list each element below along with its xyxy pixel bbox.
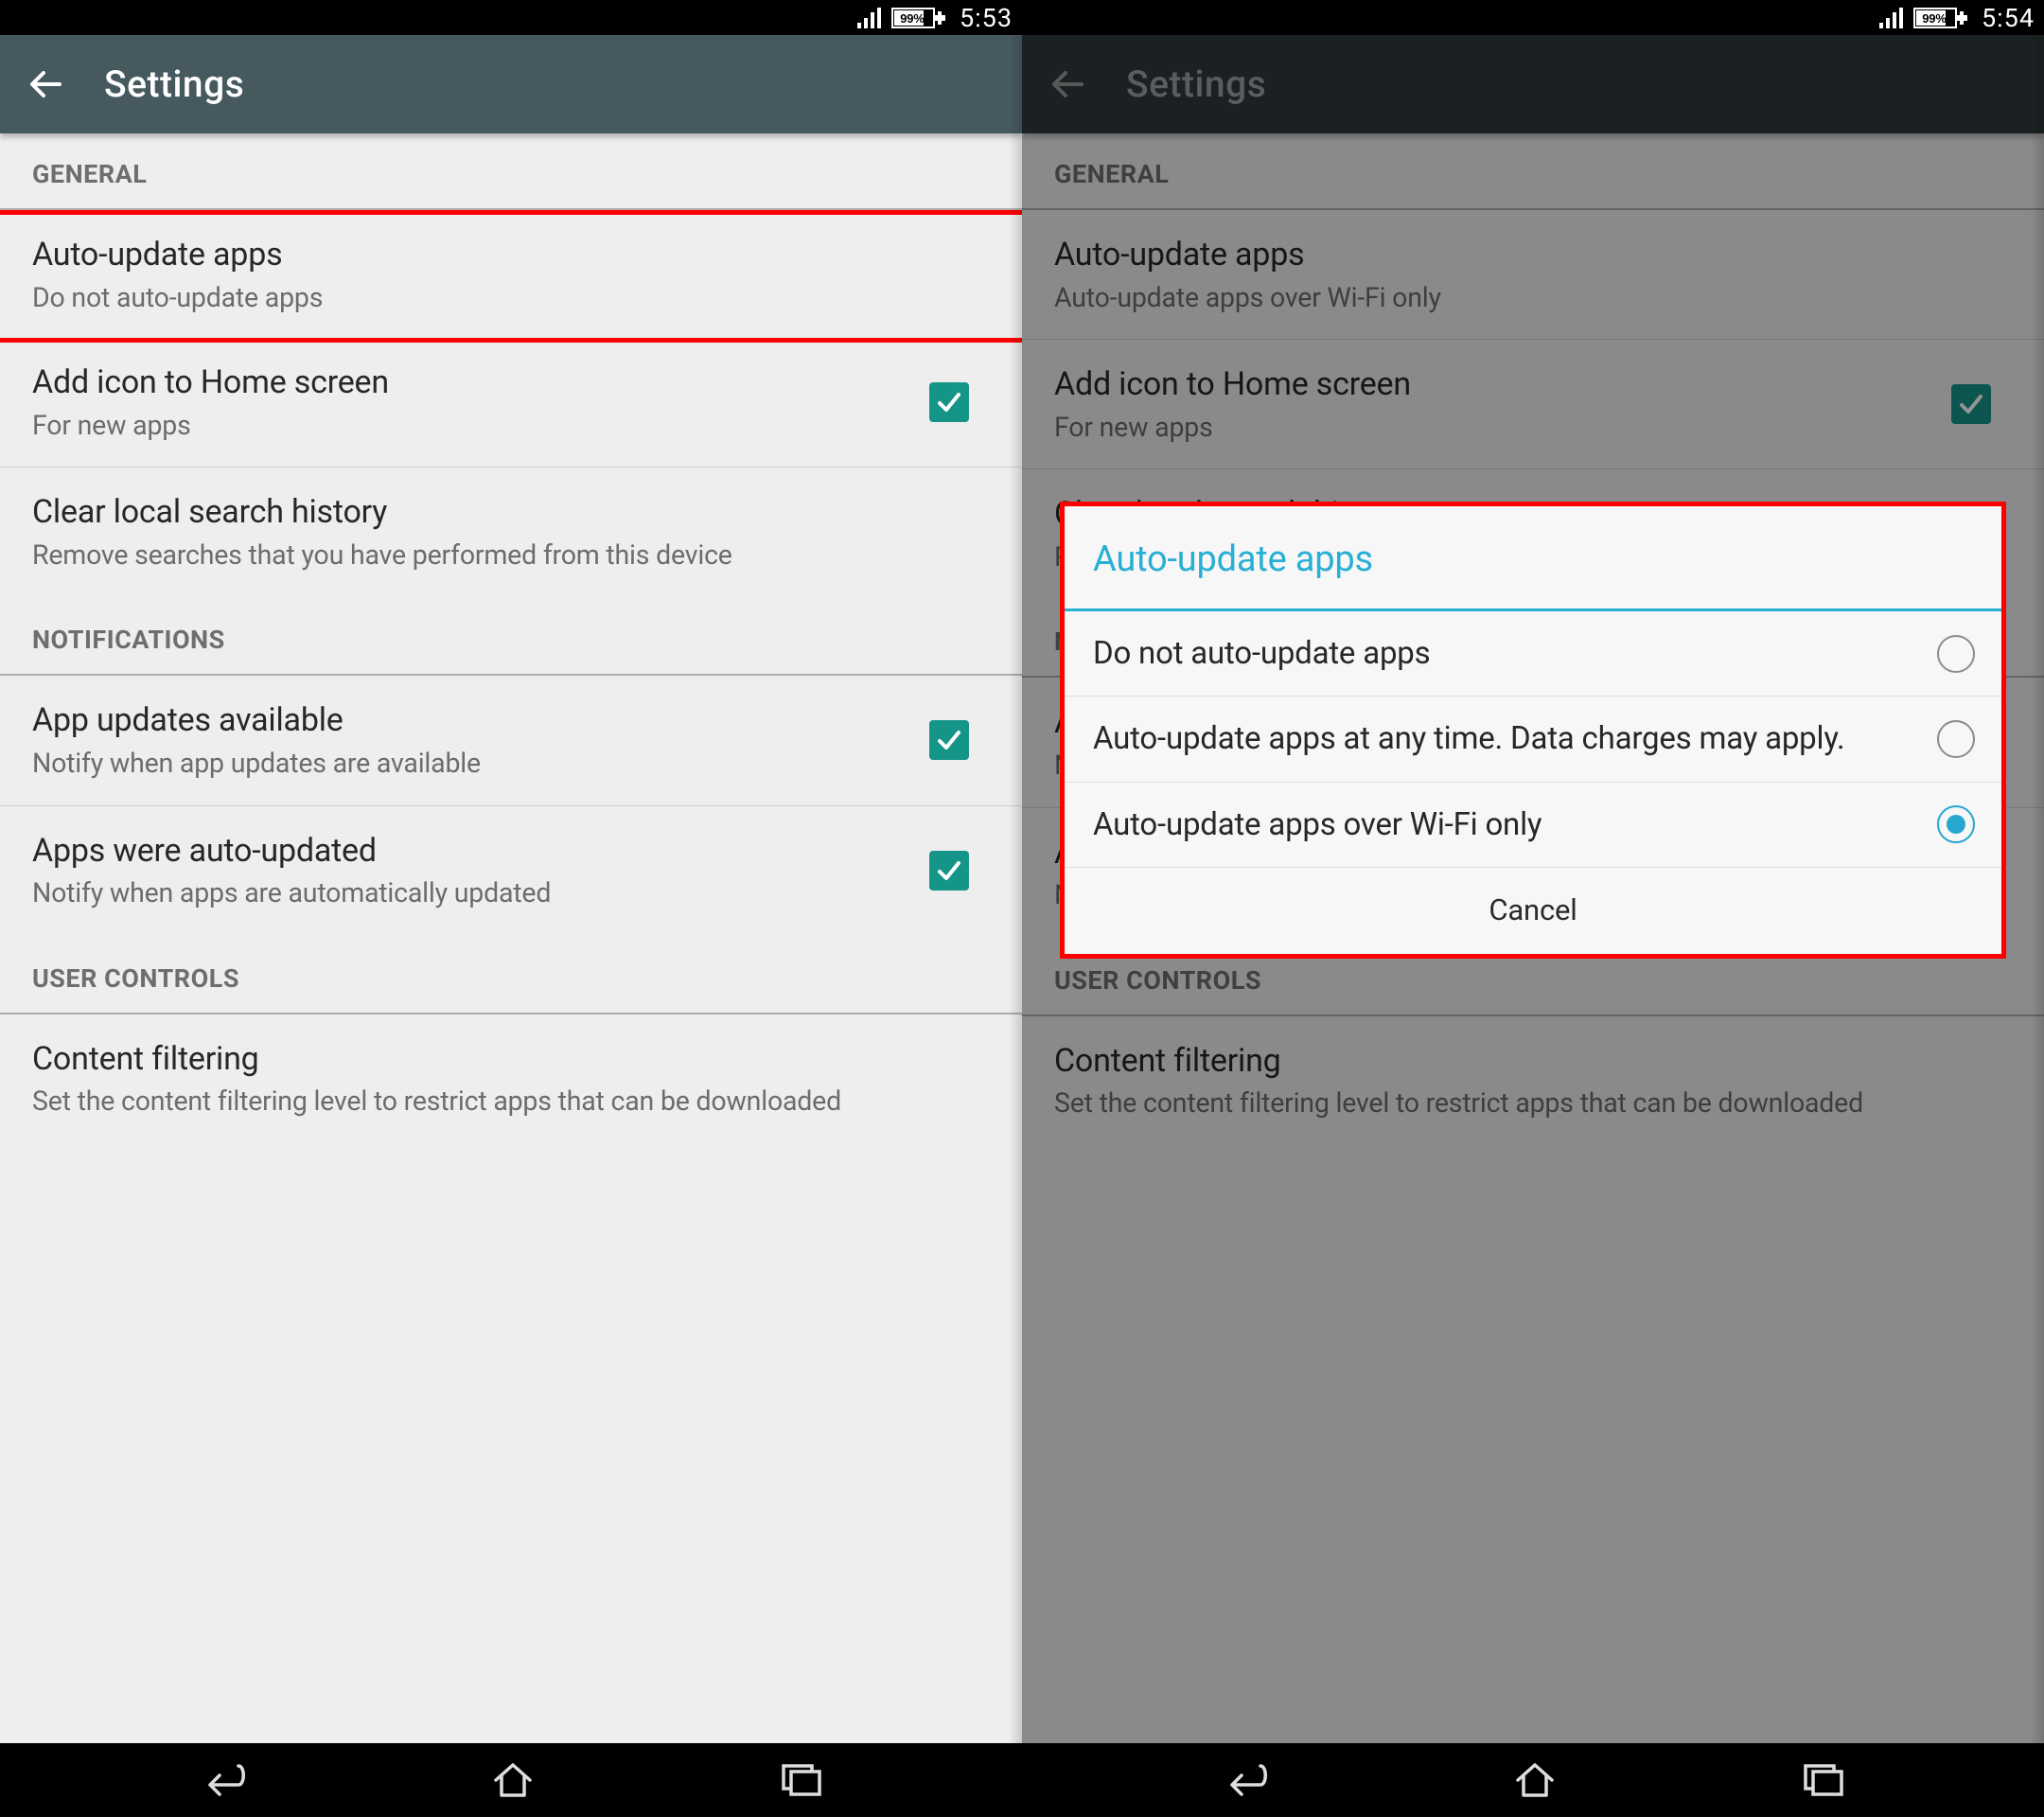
nav-home-icon[interactable] <box>1514 1761 1556 1799</box>
setting-auto-update-apps[interactable]: Auto-update apps Do not auto-update apps <box>0 210 1022 343</box>
nav-recent-icon[interactable] <box>780 1762 823 1798</box>
section-header-user-controls: USER CONTROLS <box>0 935 1022 1014</box>
setting-subtitle: Notify when app updates are available <box>32 747 910 781</box>
phone-right: 99% 5:54 Settings GENERAL Auto-update ap… <box>1022 0 2044 1817</box>
setting-title: Content filtering <box>32 1039 990 1080</box>
clock-text: 5:53 <box>960 3 1013 33</box>
navbar <box>1022 1743 2044 1817</box>
phone-left: 99% 5:53 Settings GENERAL Auto-update ap… <box>0 0 1022 1817</box>
dialog-option-wifi-only[interactable]: Auto-update apps over Wi-Fi only <box>1065 783 2001 868</box>
option-label: Do not auto-update apps <box>1093 634 1918 673</box>
option-label: Auto-update apps at any time. Data charg… <box>1093 719 1918 758</box>
setting-apps-auto-updated[interactable]: Apps were auto-updated Notify when apps … <box>0 806 1022 935</box>
dialog-cancel-button[interactable]: Cancel <box>1065 868 2001 954</box>
setting-subtitle: Remove searches that you have performed … <box>32 538 990 573</box>
dialog-auto-update-apps: Auto-update apps Do not auto-update apps… <box>1060 502 2006 959</box>
battery-icon: 99% <box>891 8 950 28</box>
setting-subtitle: Set the content filtering level to restr… <box>32 1085 990 1119</box>
statusbar: 99% 5:54 <box>1022 0 2044 35</box>
settings-content: GENERAL Auto-update apps Do not auto-upd… <box>0 133 1022 1743</box>
setting-title: App updates available <box>32 700 910 741</box>
svg-text:99%: 99% <box>1922 11 1947 26</box>
setting-app-updates-available[interactable]: App updates available Notify when app up… <box>0 676 1022 805</box>
nav-back-icon[interactable] <box>199 1762 246 1798</box>
clock-text: 5:54 <box>1982 3 2035 33</box>
statusbar: 99% 5:53 <box>0 0 1022 35</box>
setting-title: Clear local search history <box>32 492 990 533</box>
setting-title: Add icon to Home screen <box>32 362 910 403</box>
actionbar: Settings <box>0 35 1022 133</box>
setting-add-icon-home[interactable]: Add icon to Home screen For new apps <box>0 338 1022 467</box>
checkbox-checked-icon[interactable] <box>929 851 969 891</box>
section-header-general: GENERAL <box>0 133 1022 210</box>
signal-icon <box>1879 8 1904 28</box>
battery-icon: 99% <box>1913 8 1972 28</box>
setting-subtitle: Do not auto-update apps <box>32 281 990 315</box>
setting-clear-search-history[interactable]: Clear local search history Remove search… <box>0 467 1022 596</box>
setting-title: Apps were auto-updated <box>32 831 910 872</box>
signal-icon <box>857 8 882 28</box>
checkbox-checked-icon[interactable] <box>929 720 969 760</box>
nav-home-icon[interactable] <box>492 1761 534 1799</box>
setting-title: Auto-update apps <box>32 235 990 275</box>
radio-selected-icon[interactable] <box>1937 805 1975 843</box>
setting-subtitle: For new apps <box>32 409 910 443</box>
section-header-notifications: NOTIFICATIONS <box>0 596 1022 676</box>
nav-recent-icon[interactable] <box>1802 1762 1845 1798</box>
setting-content-filtering[interactable]: Content filtering Set the content filter… <box>0 1014 1022 1143</box>
page-title: Settings <box>104 62 244 106</box>
radio-unselected-icon[interactable] <box>1937 720 1975 758</box>
dialog-option-do-not-update[interactable]: Do not auto-update apps <box>1065 611 2001 697</box>
svg-text:99%: 99% <box>900 11 925 26</box>
dialog-title: Auto-update apps <box>1065 506 2001 611</box>
dialog-option-any-time[interactable]: Auto-update apps at any time. Data charg… <box>1065 697 2001 782</box>
nav-back-icon[interactable] <box>1221 1762 1268 1798</box>
option-label: Auto-update apps over Wi-Fi only <box>1093 805 1918 844</box>
navbar <box>0 1743 1022 1817</box>
checkbox-checked-icon[interactable] <box>929 382 969 422</box>
setting-subtitle: Notify when apps are automatically updat… <box>32 876 910 910</box>
radio-unselected-icon[interactable] <box>1937 635 1975 673</box>
back-arrow-icon[interactable] <box>26 65 64 103</box>
